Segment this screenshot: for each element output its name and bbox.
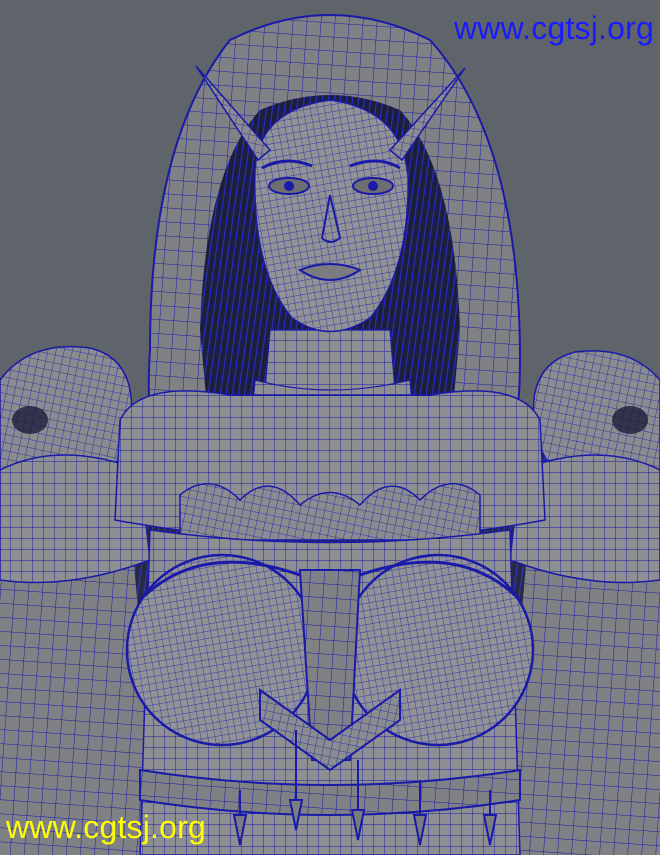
- watermark-bottom: www.cgtsj.org: [6, 809, 206, 845]
- wireframe-character-render: [0, 0, 660, 855]
- watermark-top: www.cgtsj.org: [454, 10, 654, 46]
- 3d-viewport: www.cgtsj.org www.cgtsj.org: [0, 0, 660, 855]
